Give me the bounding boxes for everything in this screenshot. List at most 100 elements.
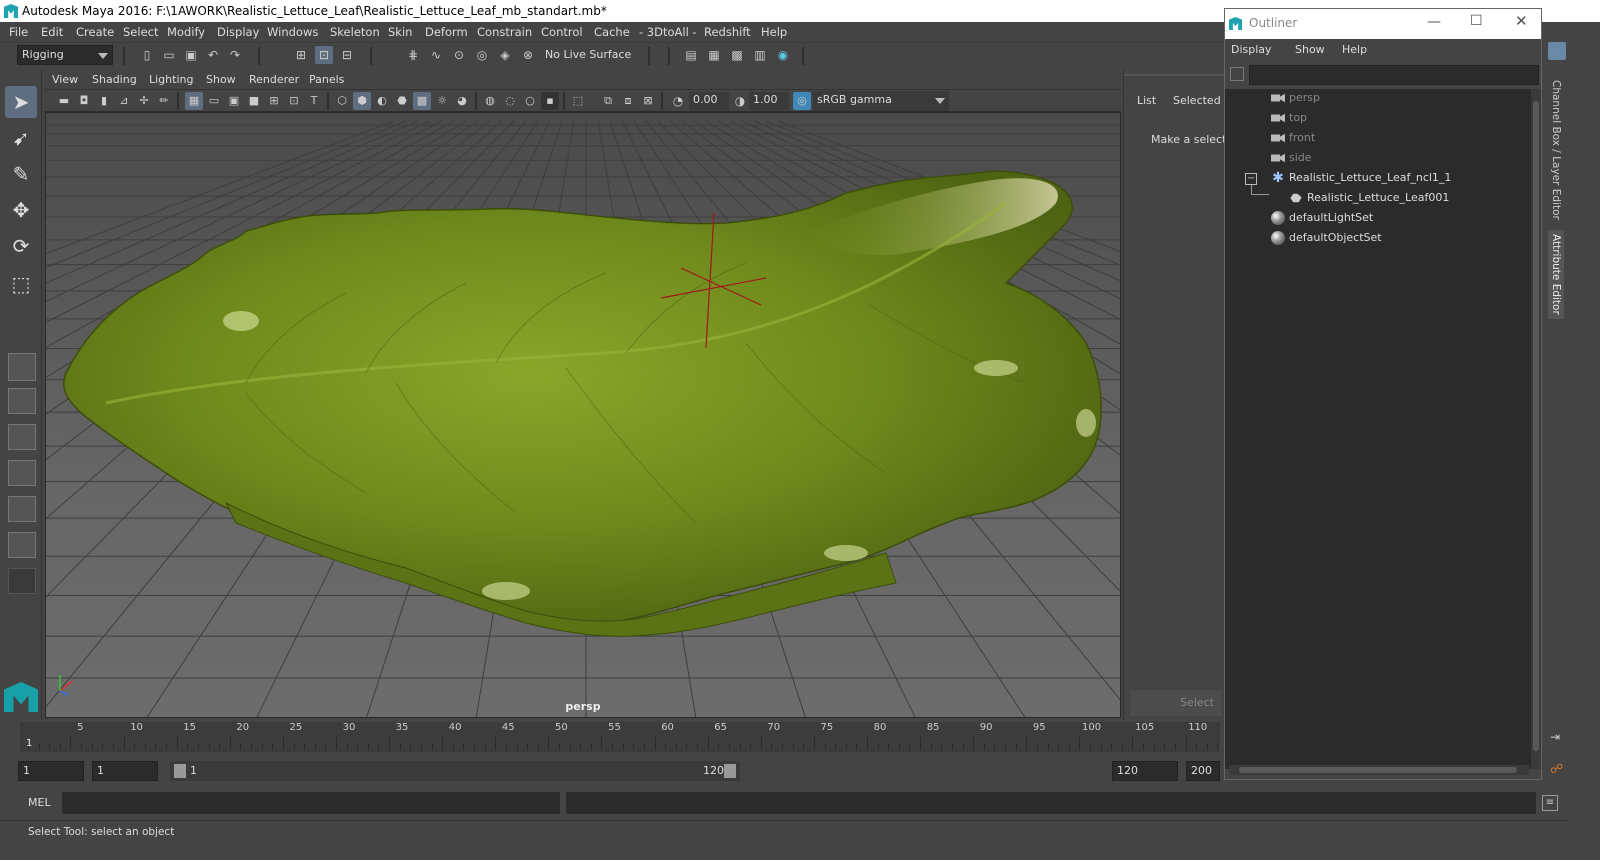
color-management-icon[interactable]: ◎	[793, 92, 811, 110]
camera-select-icon[interactable]: ▬	[55, 92, 73, 110]
textured-icon[interactable]: ▩	[413, 92, 431, 110]
mode-selector[interactable]: Rigging	[17, 45, 113, 65]
snap-surface-icon[interactable]: ◈	[496, 46, 514, 64]
list-item[interactable]: defaultLightSet	[1271, 209, 1373, 227]
wireframe-icon[interactable]: ⬡	[333, 92, 351, 110]
viewport-menu-show[interactable]: Show	[206, 73, 236, 86]
exposure-field[interactable]: 0.00	[689, 92, 729, 110]
menu-skeleton[interactable]: Skeleton	[330, 25, 380, 39]
render-view-icon[interactable]: ▤	[682, 46, 700, 64]
render-settings-icon[interactable]: ▥	[751, 46, 769, 64]
menu-windows[interactable]: Windows	[267, 25, 318, 39]
collapse-icon[interactable]: −	[1245, 173, 1257, 185]
four-view-layout-icon[interactable]	[8, 388, 36, 414]
viewport-menu-lighting[interactable]: Lighting	[149, 73, 193, 86]
move-tool-icon[interactable]: ✥	[5, 194, 37, 226]
viewport-menu-view[interactable]: View	[52, 73, 78, 86]
range-end-handle[interactable]	[724, 764, 736, 778]
viewport-menu-renderer[interactable]: Renderer	[249, 73, 299, 86]
custom-layout-icon[interactable]	[8, 532, 36, 558]
list-item[interactable]: front	[1271, 129, 1315, 147]
menu-control[interactable]: Control	[541, 25, 583, 39]
minimize-icon[interactable]: —	[1427, 14, 1441, 30]
maximize-icon[interactable]: ☐	[1470, 13, 1483, 29]
color-space-selector[interactable]: sRGB gamma	[813, 91, 949, 111]
menu-select[interactable]: Select	[123, 25, 158, 39]
snap-curve-icon[interactable]: ∿	[427, 46, 445, 64]
ambient-occlusion-icon[interactable]: ◍	[481, 92, 499, 110]
menu-skin[interactable]: Skin	[388, 25, 412, 39]
mel-label[interactable]: MEL	[28, 796, 51, 809]
select-by-component-icon[interactable]: ⊟	[338, 46, 356, 64]
menu-modify[interactable]: Modify	[167, 25, 205, 39]
snap-point-icon[interactable]: ⊙	[450, 46, 468, 64]
menu-cache[interactable]: Cache	[594, 25, 630, 39]
new-scene-icon[interactable]: ▯	[138, 46, 156, 64]
outliner-menu-show[interactable]: Show	[1295, 43, 1325, 56]
channel-box-tab-list[interactable]: List	[1137, 94, 1156, 107]
single-perspective-layout-icon[interactable]	[8, 353, 36, 381]
open-scene-icon[interactable]: ▭	[160, 46, 178, 64]
rotate-tool-icon[interactable]: ⟳	[5, 230, 37, 262]
menu-deform[interactable]: Deform	[425, 25, 468, 39]
outliner-vertical-scrollbar[interactable]	[1531, 89, 1541, 769]
anti-aliasing-icon[interactable]: ○	[521, 92, 539, 110]
character-set-icon[interactable]: ☍	[1550, 762, 1563, 777]
list-item[interactable]: Realistic_Lettuce_Leaf001	[1289, 189, 1449, 207]
channel-box-select-button[interactable]: Select	[1130, 690, 1222, 716]
menu-3dtoall[interactable]: - 3DtoAll -	[639, 25, 697, 39]
menu-edit[interactable]: Edit	[41, 25, 63, 39]
end-time-field[interactable]: 200	[1186, 761, 1220, 781]
outliner-filter-icon[interactable]	[1230, 67, 1244, 81]
script-editor-icon[interactable]: ≡	[1542, 795, 1558, 811]
undo-icon[interactable]: ↶	[204, 46, 222, 64]
outliner-menu-display[interactable]: Display	[1231, 43, 1272, 56]
menu-file[interactable]: File	[9, 25, 28, 39]
list-item[interactable]: persp	[1271, 89, 1320, 107]
paint-select-tool-icon[interactable]: ✎	[5, 158, 37, 190]
camera-attributes-icon[interactable]: ◘	[75, 92, 93, 110]
snap-view-icon[interactable]: ◎	[473, 46, 491, 64]
scrollbar-thumb[interactable]	[1533, 101, 1539, 751]
snap-live-icon[interactable]: ⊗	[519, 46, 537, 64]
two-d-pan-icon[interactable]: ✢	[135, 92, 153, 110]
live-surface-field[interactable]: No Live Surface	[541, 47, 636, 65]
attribute-editor-side-tab[interactable]: Attribute Editor	[1548, 230, 1564, 319]
render-current-icon[interactable]: ▦	[705, 46, 723, 64]
close-icon[interactable]: ✕	[1515, 12, 1528, 30]
redo-icon[interactable]: ↷	[226, 46, 244, 64]
persp-graph-layout-icon[interactable]	[8, 460, 36, 486]
xray-joints-icon[interactable]: ⧈	[619, 92, 637, 110]
channel-box-tab-selected[interactable]: Selected	[1173, 94, 1221, 107]
persp-outliner-layout-icon[interactable]	[8, 424, 36, 450]
film-gate-icon[interactable]: ▭	[205, 92, 223, 110]
menu-display[interactable]: Display	[217, 25, 259, 39]
menu-redshift[interactable]: Redshift	[704, 25, 751, 39]
shadows-icon[interactable]: ◕	[453, 92, 471, 110]
grid-toggle-icon[interactable]: ▦	[185, 92, 203, 110]
save-scene-icon[interactable]: ▣	[182, 46, 200, 64]
channel-box-handle[interactable]	[1124, 74, 1224, 76]
gamma-icon[interactable]: ◑	[731, 92, 749, 110]
depth-of-field-icon[interactable]: ▪	[541, 92, 559, 110]
scrollbar-thumb[interactable]	[1239, 767, 1517, 773]
viewport-menu-panels[interactable]: Panels	[309, 73, 344, 86]
range-start-handle[interactable]	[174, 764, 186, 778]
wireframe-on-shaded-icon[interactable]: ⬣	[393, 92, 411, 110]
time-slider[interactable]: 5 10 15 20 25 30 35 40 45 50 55 60 65 70 75 80 85 90 95 100…	[0, 720, 1272, 754]
outliner-menu-help[interactable]: Help	[1342, 43, 1367, 56]
grease-pencil-icon[interactable]: ✏	[155, 92, 173, 110]
hypershade-icon[interactable]: ◉	[774, 46, 792, 64]
motion-blur-icon[interactable]: ◌	[501, 92, 519, 110]
lasso-tool-icon[interactable]: ➹	[5, 122, 37, 154]
scale-tool-icon[interactable]: ⬚	[5, 268, 37, 300]
menu-help[interactable]: Help	[761, 25, 787, 39]
list-item[interactable]: ✱ Realistic_Lettuce_Leaf_ncl1_1	[1271, 169, 1451, 187]
xray-icon[interactable]: ⧉	[599, 92, 617, 110]
safe-action-icon[interactable]: ⊡	[285, 92, 303, 110]
menu-create[interactable]: Create	[76, 25, 114, 39]
image-plane-icon[interactable]: ⊿	[115, 92, 133, 110]
start-time-field[interactable]: 1	[18, 761, 84, 781]
lights-icon[interactable]: ☼	[433, 92, 451, 110]
layout-more-icon[interactable]	[8, 568, 36, 594]
